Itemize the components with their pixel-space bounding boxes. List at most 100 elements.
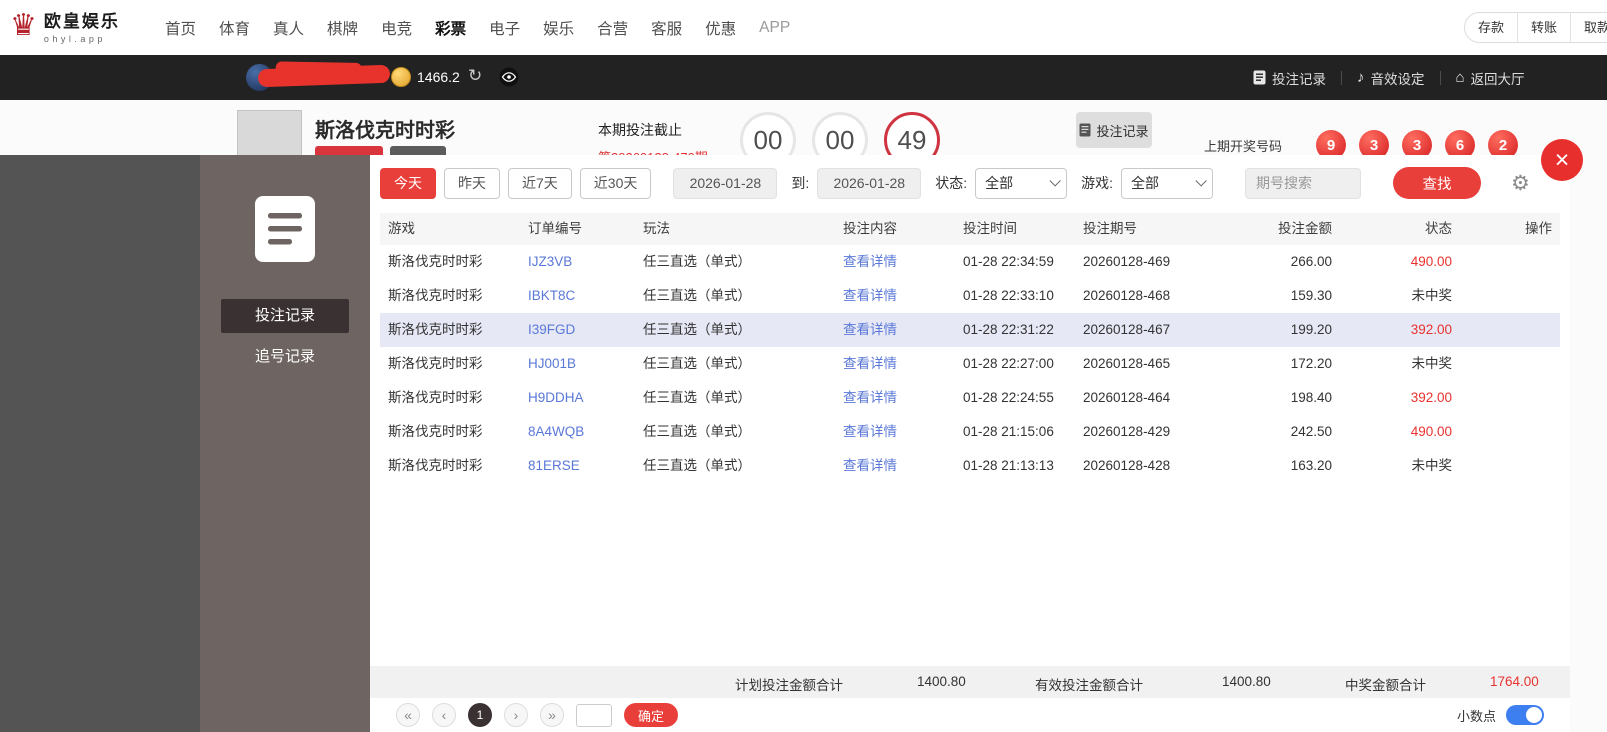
cell-game: 斯洛伐克时时彩: [388, 356, 483, 371]
cell-period: 20260128-464: [1083, 390, 1171, 405]
cell-status: 392.00: [1410, 390, 1452, 405]
win-total-label: 中奖金额合计: [1345, 678, 1426, 693]
withdraw-button[interactable]: 取款: [1570, 13, 1607, 42]
back-to-lobby-button[interactable]: ⌂ 返回大厅: [1456, 68, 1525, 88]
document-icon: [1253, 70, 1266, 85]
period-search-input[interactable]: [1245, 167, 1362, 199]
nav-item-service[interactable]: 客服: [651, 17, 682, 39]
cell-status: 490.00: [1410, 424, 1452, 439]
order-id-link[interactable]: 8A4WQB: [520, 415, 635, 449]
nav-item-slots[interactable]: 电子: [489, 17, 520, 39]
nav-item-lottery[interactable]: 彩票: [435, 17, 466, 39]
cell-amount: 266.00: [1290, 254, 1332, 269]
cell-game: 斯洛伐克时时彩: [388, 288, 483, 303]
nav-item-home[interactable]: 首页: [165, 17, 196, 39]
planned-total-value: 1400.80: [917, 674, 966, 689]
cell-action: [1460, 279, 1560, 313]
cell-status: 未中奖: [1411, 356, 1453, 371]
divider: [1341, 70, 1342, 85]
cell-time: 01-28 22:24:55: [963, 390, 1054, 405]
view-detail-link[interactable]: 查看详情: [835, 245, 955, 279]
cell-period: 20260128-465: [1083, 356, 1171, 371]
cell-time: 01-28 22:31:22: [963, 322, 1054, 337]
coin-icon: [391, 67, 411, 87]
status-select[interactable]: 全部: [975, 167, 1068, 199]
col-amount: 投注金额: [1278, 221, 1332, 236]
last-page-button[interactable]: »: [540, 703, 564, 727]
valid-total-value: 1400.80: [1222, 674, 1271, 689]
order-id-link[interactable]: HJ001B: [520, 347, 635, 381]
transfer-button[interactable]: 转账: [1517, 13, 1570, 42]
cell-amount: 159.30: [1290, 288, 1332, 303]
date-to-input[interactable]: [817, 167, 922, 199]
nav-item-board[interactable]: 棋牌: [327, 17, 358, 39]
cell-status: 未中奖: [1411, 458, 1453, 473]
order-id-link[interactable]: IBKT8C: [520, 279, 635, 313]
filter-last30-button[interactable]: 近30天: [579, 167, 652, 199]
view-detail-link[interactable]: 查看详情: [835, 415, 955, 449]
status-label: 状态:: [935, 175, 968, 191]
deposit-button[interactable]: 存款: [1465, 13, 1517, 42]
view-detail-link[interactable]: 查看详情: [835, 381, 955, 415]
filter-yesterday-button[interactable]: 昨天: [444, 167, 500, 199]
nav-item-live[interactable]: 真人: [273, 17, 304, 39]
view-detail-link[interactable]: 查看详情: [835, 449, 955, 483]
nav-item-app[interactable]: APP: [759, 19, 790, 37]
refresh-balance-icon[interactable]: ↻: [468, 66, 482, 86]
nav-item-esports[interactable]: 电竞: [381, 17, 412, 39]
sound-settings-button[interactable]: ♪ 音效设定: [1357, 68, 1425, 88]
cell-time: 01-28 22:27:00: [963, 356, 1054, 371]
view-detail-link[interactable]: 查看详情: [835, 279, 955, 313]
next-page-button[interactable]: ›: [504, 703, 528, 727]
cell-amount: 172.20: [1290, 356, 1332, 371]
order-id-link[interactable]: IJZ3VB: [520, 245, 635, 279]
date-to-label: 到:: [791, 175, 810, 191]
eye-icon[interactable]: [499, 67, 519, 87]
balance-value: 1466.2: [417, 69, 460, 85]
game-label: 游戏:: [1081, 175, 1114, 191]
search-button[interactable]: 查找: [1393, 167, 1482, 199]
col-order-id: 订单编号: [528, 221, 582, 236]
first-page-button[interactable]: «: [396, 703, 420, 727]
nav-item-partnership[interactable]: 合营: [597, 17, 628, 39]
nav-item-entertainment[interactable]: 娱乐: [543, 17, 574, 39]
page-bet-records-button[interactable]: 投注记录: [1076, 112, 1152, 148]
logo-title: 欧皇娱乐: [43, 12, 120, 31]
filter-last7-button[interactable]: 近7天: [508, 167, 572, 199]
order-id-link[interactable]: I39FGD: [520, 313, 635, 347]
cell-status: 未中奖: [1411, 288, 1453, 303]
view-detail-link[interactable]: 查看详情: [835, 347, 955, 381]
cell-time: 01-28 22:34:59: [963, 254, 1054, 269]
close-button[interactable]: ×: [1541, 139, 1583, 181]
crown-logo-icon: ♛: [10, 8, 37, 42]
cell-status: 490.00: [1410, 254, 1452, 269]
home-icon: ⌂: [1455, 69, 1465, 86]
decimal-toggle[interactable]: [1506, 705, 1544, 725]
page-jump-input[interactable]: [576, 703, 612, 727]
cell-action: [1460, 245, 1560, 279]
bet-records-table: 游戏 订单编号 玩法 投注内容 投注时间 投注期号 投注金额 状态 操作 斯洛伐…: [380, 213, 1560, 483]
order-id-link[interactable]: H9DDHA: [520, 381, 635, 415]
view-detail-link[interactable]: 查看详情: [835, 313, 955, 347]
cell-action: [1460, 415, 1560, 449]
cell-action: [1460, 449, 1560, 483]
prev-page-button[interactable]: ‹: [432, 703, 456, 727]
sidebar-item-chase-records[interactable]: 追号记录: [221, 340, 349, 374]
date-from-input[interactable]: [673, 167, 778, 199]
bet-records-button[interactable]: 投注记录: [1253, 68, 1326, 88]
cell-period: 20260128-428: [1083, 458, 1171, 473]
logo[interactable]: ♛ 欧皇娱乐 ohyl.app: [10, 7, 120, 44]
current-page-button[interactable]: 1: [468, 703, 492, 727]
game-select[interactable]: 全部: [1121, 167, 1214, 199]
cell-play: 任三直选（单式）: [643, 322, 751, 337]
sidebar-item-bet-records[interactable]: 投注记录: [221, 299, 349, 333]
order-id-link[interactable]: 81ERSE: [520, 449, 635, 483]
page-jump-confirm-button[interactable]: 确定: [624, 703, 679, 727]
gear-icon[interactable]: ⚙: [1511, 173, 1530, 194]
top-navigation: ♛ 欧皇娱乐 ohyl.app 首页 体育 真人 棋牌 电竞 彩票 电子 娱乐 …: [0, 0, 1607, 55]
nav-item-sports[interactable]: 体育: [219, 17, 250, 39]
cell-amount: 199.20: [1290, 322, 1332, 337]
filter-today-button[interactable]: 今天: [380, 167, 436, 199]
nav-item-promo[interactable]: 优惠: [705, 17, 736, 39]
col-game: 游戏: [388, 221, 415, 236]
